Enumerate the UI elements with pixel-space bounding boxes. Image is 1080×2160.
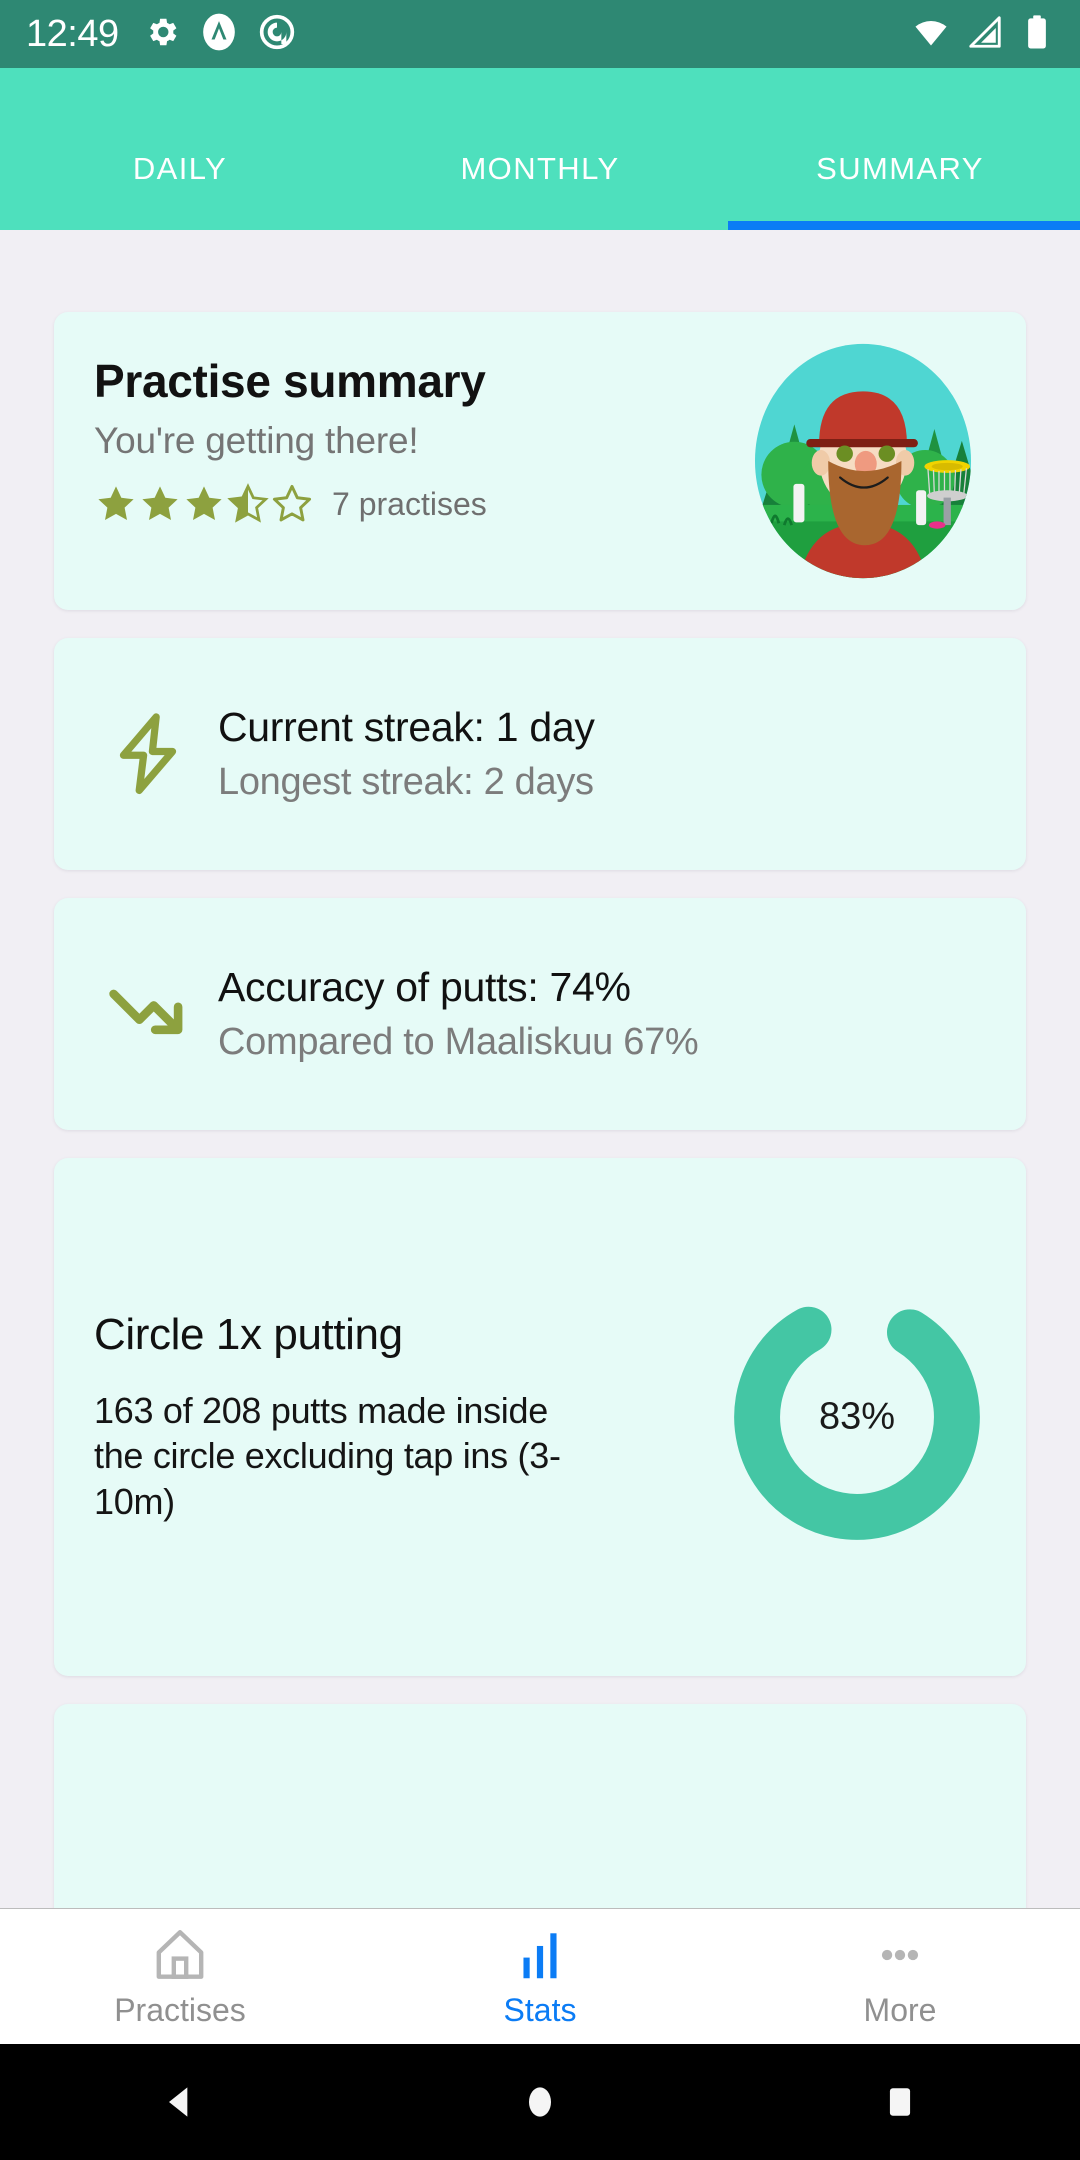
- tab-monthly-label: MONTHLY: [460, 151, 620, 186]
- tab-row: DAILY MONTHLY SUMMARY: [0, 68, 1080, 230]
- circle-putting-donut-chart: 83%: [722, 1282, 992, 1552]
- accuracy-card[interactable]: Accuracy of putts: 74% Compared to Maali…: [54, 898, 1026, 1130]
- nav-item-more[interactable]: More: [720, 1909, 1080, 2044]
- next-stat-card-partial[interactable]: [54, 1704, 1026, 1908]
- star-rating: [94, 482, 314, 526]
- current-streak-value: Current streak: 1 day: [218, 704, 595, 750]
- rating-row: 7 practises: [94, 482, 734, 526]
- status-right-icon-group: [912, 13, 1054, 56]
- nav-label-practises: Practises: [114, 1992, 246, 2028]
- nav-label-more: More: [863, 1992, 937, 2028]
- donut-percent-label: 83%: [818, 1395, 896, 1438]
- tab-daily-label: DAILY: [132, 151, 228, 186]
- status-clock: 12:49: [26, 12, 119, 55]
- status-bar: 12:49: [0, 0, 1080, 68]
- current-streak-text: Current streak: 1 day Longest streak: 2 …: [202, 704, 595, 804]
- accuracy-comparison: Compared to Maaliskuu 67%: [218, 1021, 699, 1063]
- wifi-icon: [912, 13, 950, 56]
- practise-count-label: 7 practises: [332, 485, 487, 522]
- gear-icon: [143, 13, 181, 56]
- tab-bar: DAILY MONTHLY SUMMARY: [0, 68, 1080, 230]
- recents-square-icon[interactable]: [878, 2080, 922, 2124]
- bar-chart-icon: [509, 1924, 571, 1986]
- tab-daily[interactable]: DAILY: [0, 68, 360, 230]
- current-streak-card[interactable]: Current streak: 1 day Longest streak: 2 …: [54, 638, 1026, 870]
- circle-putting-title: Circle 1x putting: [94, 1309, 403, 1359]
- star-half-icon: [227, 483, 269, 523]
- trending-down-icon: [94, 979, 202, 1049]
- active-tab-indicator: [728, 221, 1080, 230]
- scroll-content[interactable]: Practise summary You're getting there! 7…: [0, 230, 1080, 1908]
- circle-putting-description: 163 of 208 putts made inside the circle …: [94, 1389, 561, 1522]
- android-navigation-bar: [0, 2044, 1080, 2160]
- app-badge-icon: [199, 12, 239, 57]
- more-dots-icon: [869, 1924, 931, 1986]
- summary-text-block: Practise summary You're getting there! 7…: [94, 350, 734, 526]
- tab-monthly[interactable]: MONTHLY: [360, 68, 720, 230]
- back-triangle-icon[interactable]: [158, 2080, 202, 2124]
- tab-summary-label: SUMMARY: [816, 151, 984, 186]
- battery-icon: [1020, 13, 1054, 56]
- nav-item-practises[interactable]: Practises: [0, 1909, 360, 2044]
- summary-subtitle: You're getting there!: [94, 420, 419, 461]
- circle-putting-card[interactable]: Circle 1x putting 163 of 208 putts made …: [54, 1158, 1026, 1676]
- tab-summary[interactable]: SUMMARY: [720, 68, 1080, 230]
- status-left-icon-group: [143, 12, 297, 57]
- page-title: Practise summary: [94, 355, 486, 407]
- avatar: [754, 343, 972, 579]
- cellular-signal-icon: [966, 13, 1004, 56]
- nav-item-stats[interactable]: Stats: [360, 1909, 720, 2044]
- bottom-navigation-bar: Practises Stats More: [0, 1908, 1080, 2044]
- star-filled-icon: [142, 486, 178, 520]
- star-filled-icon: [186, 486, 222, 520]
- nav-label-stats: Stats: [503, 1992, 577, 2028]
- partial-illustration-shape: [780, 1898, 962, 1908]
- home-icon: [149, 1924, 211, 1986]
- accuracy-value: Accuracy of putts: 74%: [218, 964, 631, 1010]
- app-screen: 12:49 DAILY MONTHLY SUMMARY Practise sum…: [0, 0, 1080, 2160]
- circle-putting-text: Circle 1x putting 163 of 208 putts made …: [94, 1310, 722, 1524]
- assistant-icon: [257, 12, 297, 57]
- practise-summary-card[interactable]: Practise summary You're getting there! 7…: [54, 312, 1026, 610]
- longest-streak-value: Longest streak: 2 days: [218, 761, 594, 803]
- star-filled-icon: [98, 486, 134, 520]
- home-circle-icon[interactable]: [518, 2080, 562, 2124]
- accuracy-text: Accuracy of putts: 74% Compared to Maali…: [202, 964, 699, 1064]
- lightning-bolt-icon: [94, 710, 202, 798]
- star-outline-icon: [272, 484, 312, 522]
